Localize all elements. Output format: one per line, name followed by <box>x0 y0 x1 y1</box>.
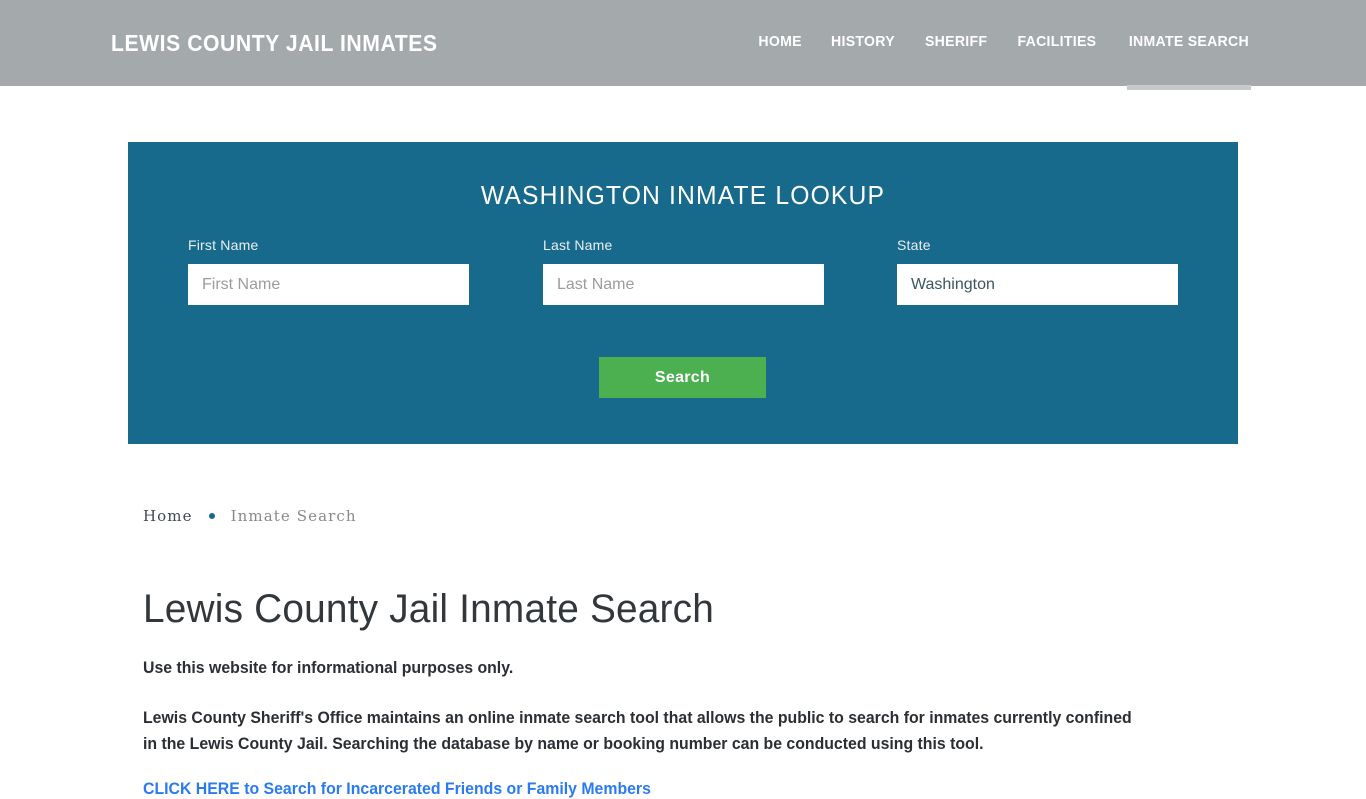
nav-item-facilities[interactable]: Facilities <box>1018 33 1097 90</box>
nav-item-history[interactable]: History <box>831 33 895 90</box>
breadcrumb-current: Inmate Search <box>230 507 357 525</box>
nav-item-inmate-search[interactable]: Inmate Search <box>1127 33 1251 90</box>
main-navigation: Home History Sheriff Facilities Inmate S… <box>757 0 1253 90</box>
first-name-field-group: First Name <box>188 237 469 305</box>
last-name-label: Last Name <box>543 237 613 253</box>
nav-item-sheriff[interactable]: Sheriff <box>925 33 987 90</box>
breadcrumb: Home Inmate Search <box>143 500 1223 532</box>
inmate-search-cta-link[interactable]: CLICK HERE to Search for Incarcerated Fr… <box>143 780 651 799</box>
intro-text: Use this website for informational purpo… <box>143 659 514 677</box>
description-text: Lewis County Sheriff's Office maintains … <box>143 708 1132 754</box>
breadcrumb-separator-dot-icon <box>208 513 215 519</box>
last-name-input[interactable] <box>543 264 824 305</box>
breadcrumb-home-link[interactable]: Home <box>143 507 193 525</box>
last-name-field-group: Last Name <box>543 237 824 305</box>
state-label: State <box>897 237 931 253</box>
site-header: Lewis County Jail Inmates Home History S… <box>0 0 1366 90</box>
state-field-group: State <box>897 237 1178 305</box>
lookup-panel-title: Washington Inmate Lookup <box>480 180 886 210</box>
header-inner: Lewis County Jail Inmates Home History S… <box>0 0 1366 90</box>
first-name-label: First Name <box>188 237 259 253</box>
nav-item-home[interactable]: Home <box>758 33 801 90</box>
page-content: Home Inmate Search Lewis County Jail Inm… <box>143 500 1223 799</box>
site-logo[interactable]: Lewis County Jail Inmates <box>111 0 438 86</box>
state-input[interactable] <box>897 264 1178 305</box>
inmate-lookup-panel: Washington Inmate Lookup First Name Last… <box>128 142 1238 444</box>
page-title: Lewis County Jail Inmate Search <box>143 587 715 631</box>
first-name-input[interactable] <box>188 264 469 305</box>
search-button[interactable]: Search <box>599 357 766 398</box>
